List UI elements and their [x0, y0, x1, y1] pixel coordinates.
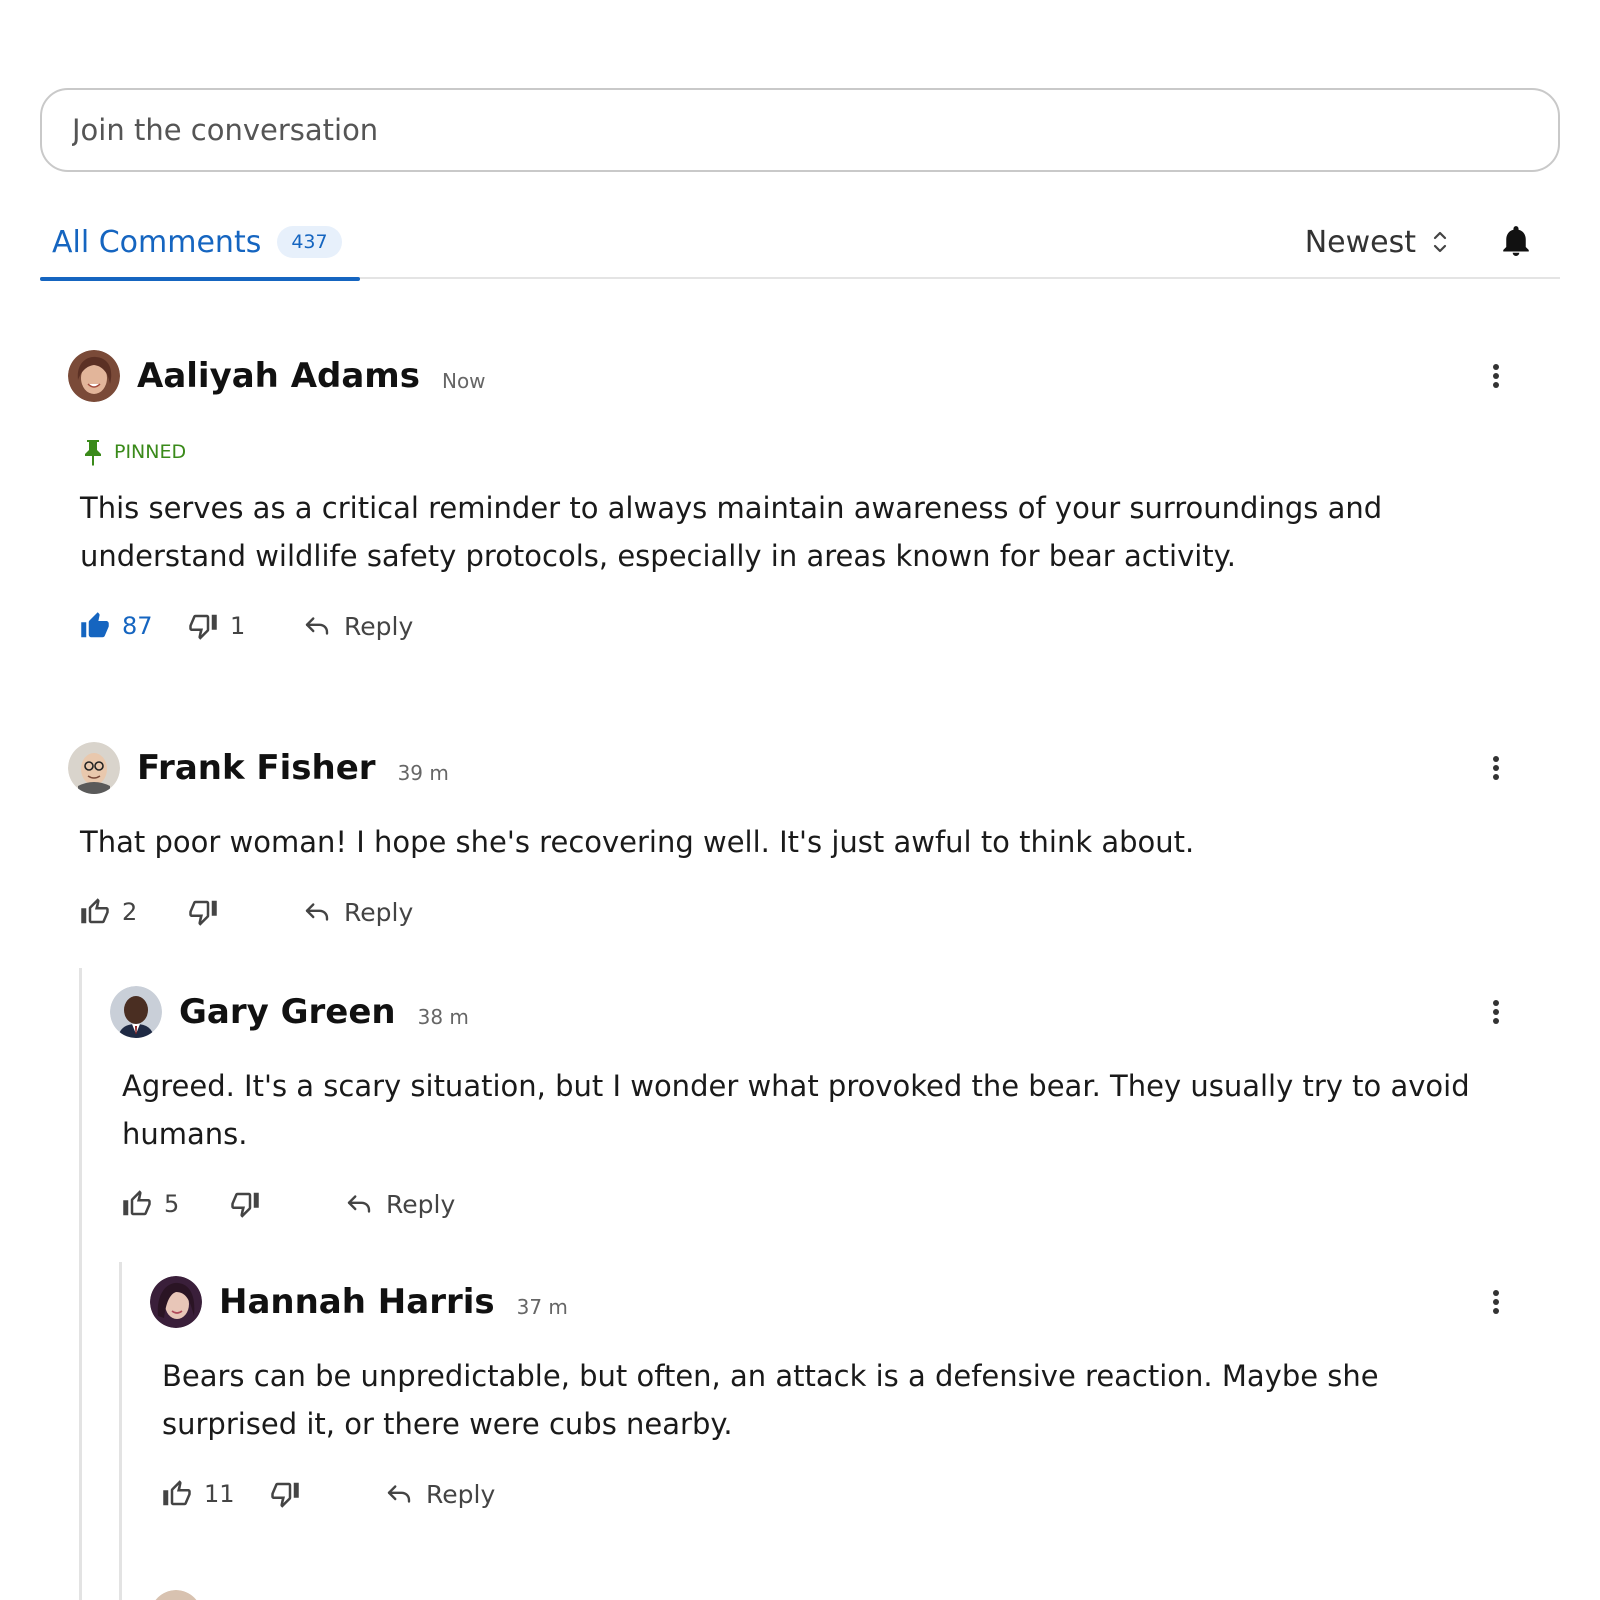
comment-author[interactable]: Aaliyah Adams — [137, 356, 420, 396]
dislike-button[interactable] — [230, 1189, 344, 1219]
avatar[interactable] — [150, 1276, 202, 1328]
like-count: 5 — [164, 1190, 180, 1218]
like-button[interactable]: 11 — [162, 1479, 270, 1509]
pinned-label: PINNED — [114, 441, 187, 463]
thumbs-up-icon — [163, 1480, 191, 1506]
reply-arrow-icon — [387, 1485, 411, 1503]
dislike-button[interactable]: 1 — [188, 611, 302, 641]
dislike-button[interactable] — [188, 897, 302, 927]
like-button[interactable]: 2 — [80, 897, 188, 927]
thread-line — [119, 1262, 122, 1600]
comment-body: Bears can be unpredictable, but often, a… — [162, 1359, 1379, 1441]
like-count: 87 — [122, 612, 153, 640]
comment-body: That poor woman! I hope she's recovering… — [80, 825, 1195, 859]
dislike-button[interactable] — [270, 1479, 384, 1509]
comment: Hannah Harris 37 m Bears can be unpredic… — [150, 1272, 1508, 1514]
comment-input[interactable] — [72, 113, 1558, 147]
like-count: 11 — [204, 1480, 235, 1508]
comment: Gary Green 38 m Agreed. It's a scary sit… — [110, 982, 1508, 1224]
dislike-count: 1 — [230, 612, 246, 640]
avatar[interactable] — [68, 350, 120, 402]
sort-dropdown[interactable]: Newest — [1305, 205, 1450, 279]
comment-actions: 11 Reply — [162, 1474, 1508, 1514]
thread-line — [79, 968, 82, 1600]
reply-button[interactable]: Reply — [302, 611, 413, 641]
comment-time: 38 m — [417, 1005, 469, 1029]
comments-page: All Comments 437 Newest Aal — [0, 0, 1600, 1600]
sort-label: Newest — [1304, 224, 1416, 260]
comment: Frank Fisher 39 m That poor woman! I hop… — [68, 738, 1508, 932]
like-count: 2 — [122, 898, 138, 926]
reply-label: Reply — [344, 611, 414, 641]
comment-actions: 2 Reply — [80, 892, 1508, 932]
thumbs-up-icon — [81, 898, 109, 924]
reply-button[interactable]: Reply — [302, 897, 413, 927]
reply-button[interactable]: Reply — [344, 1189, 455, 1219]
comment-body: This serves as a critical reminder to al… — [80, 491, 1383, 573]
reply-arrow-icon — [347, 1195, 371, 1213]
thumbs-down-icon — [189, 900, 217, 926]
reply-label: Reply — [386, 1189, 456, 1219]
more-options-icon[interactable] — [1484, 996, 1508, 1028]
avatar[interactable] — [150, 1590, 202, 1600]
more-options-icon[interactable] — [1484, 360, 1508, 392]
comment: Aaliyah Adams Now PINNED This serves as … — [68, 346, 1508, 646]
avatar[interactable] — [110, 986, 162, 1038]
comment-author[interactable]: Gary Green — [179, 992, 396, 1032]
reply-button[interactable]: Reply — [384, 1479, 495, 1509]
tab-all-comments-label: All Comments — [52, 224, 262, 260]
reply-label: Reply — [344, 897, 414, 927]
comment-time: 37 m — [516, 1295, 568, 1319]
comment-composer[interactable] — [40, 88, 1560, 172]
pin-icon — [85, 440, 101, 466]
comment-author[interactable]: Frank Fisher — [137, 748, 376, 788]
reply-label: Reply — [426, 1479, 496, 1509]
reply-arrow-icon — [305, 617, 329, 635]
more-options-icon[interactable] — [1484, 1286, 1508, 1318]
tab-all-comments[interactable]: All Comments 437 — [40, 205, 360, 281]
like-button[interactable]: 87 — [80, 611, 188, 641]
comment-time: Now — [441, 369, 486, 393]
sort-chevrons-icon — [1433, 231, 1447, 253]
thumbs-down-icon — [189, 614, 217, 640]
comment-actions: 87 1 Reply — [80, 606, 1508, 646]
thumbs-up-filled-icon — [81, 612, 109, 638]
thumbs-down-icon — [271, 1482, 299, 1508]
bell-icon[interactable] — [1498, 223, 1534, 259]
reply-arrow-icon — [305, 903, 329, 921]
comment-author[interactable]: Hannah Harris — [219, 1282, 495, 1322]
comment-actions: 5 Reply — [122, 1184, 1508, 1224]
comment-body: Agreed. It's a scary situation, but I wo… — [122, 1069, 1470, 1151]
comment-count-badge: 437 — [277, 226, 342, 258]
like-button[interactable]: 5 — [122, 1189, 230, 1219]
pinned-badge: PINNED — [82, 438, 1508, 466]
comment-time: 39 m — [397, 761, 449, 785]
more-options-icon[interactable] — [1484, 752, 1508, 784]
thumbs-down-icon — [231, 1192, 259, 1218]
comments-tabbar: All Comments 437 Newest — [40, 205, 1560, 281]
avatar[interactable] — [68, 742, 120, 794]
thumbs-up-icon — [123, 1190, 151, 1216]
